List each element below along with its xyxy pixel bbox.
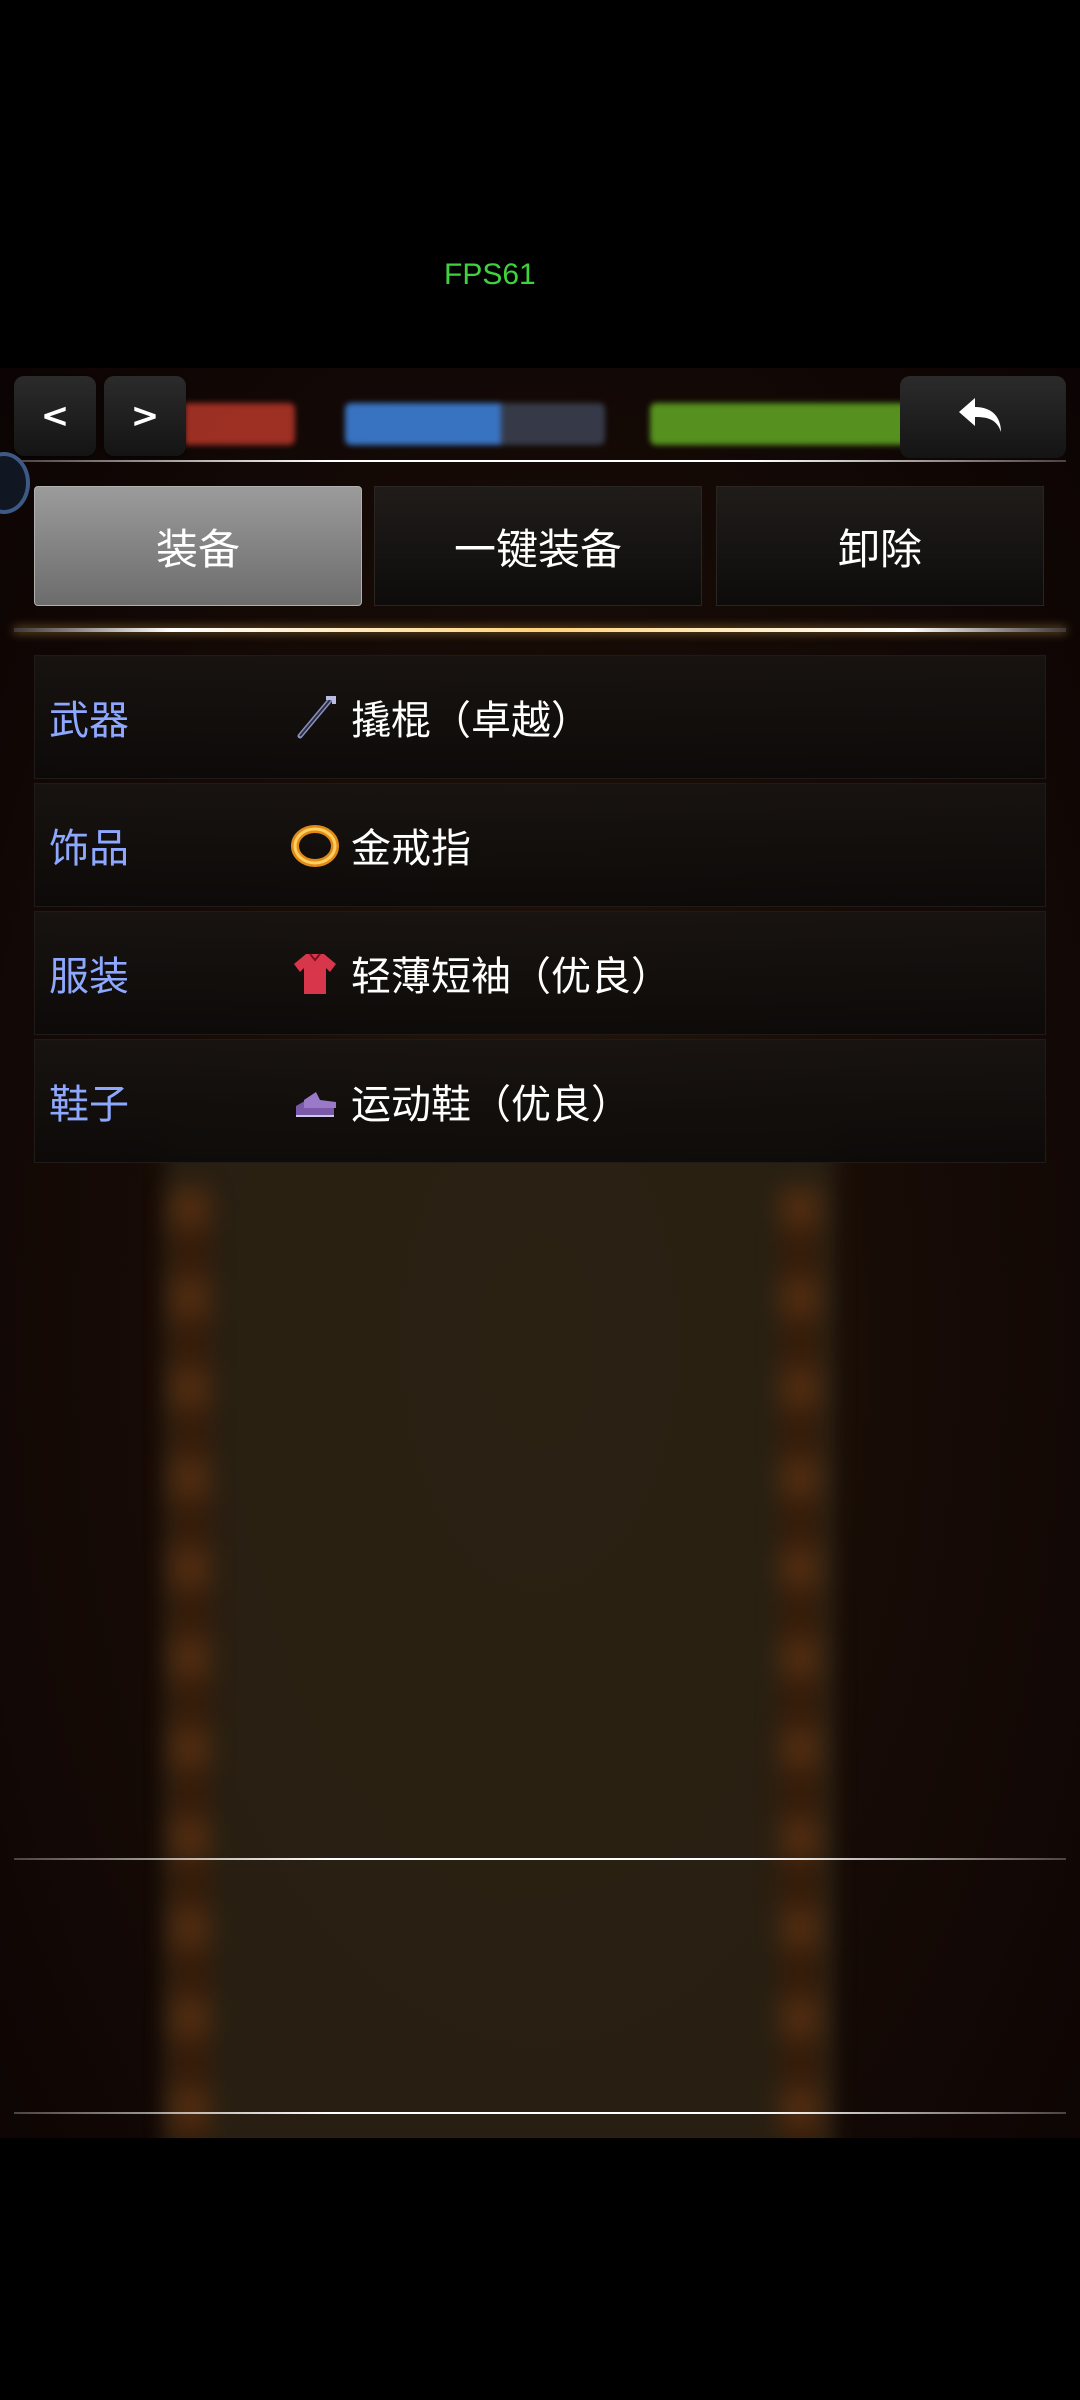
slot-category-label: 武器 bbox=[49, 698, 129, 744]
slot-shoes[interactable]: 鞋子 运动鞋（优良） bbox=[34, 1039, 1046, 1163]
red-shirt-icon bbox=[289, 947, 341, 999]
sneakers-icon bbox=[289, 1075, 341, 1127]
world-wall-left bbox=[170, 1188, 210, 2138]
health-bar bbox=[175, 403, 295, 445]
crowbar-icon bbox=[289, 691, 341, 743]
mana-bar bbox=[345, 403, 605, 445]
slot-item-name: 运动鞋（优良） bbox=[351, 1082, 631, 1128]
prev-button[interactable]: < bbox=[14, 376, 96, 456]
gold-ring-icon bbox=[289, 819, 341, 871]
tab-divider bbox=[14, 628, 1066, 632]
stamina-bar bbox=[650, 403, 910, 445]
slot-item-name: 金戒指 bbox=[351, 826, 471, 872]
slot-clothing[interactable]: 服装 轻薄短袖（优良） bbox=[34, 911, 1046, 1035]
tab-one-click-equip[interactable]: 一键装备 bbox=[374, 486, 702, 606]
divider-footer bbox=[14, 2112, 1066, 2114]
return-arrow-icon bbox=[959, 398, 1001, 432]
next-button[interactable]: > bbox=[104, 376, 186, 456]
divider-bottom bbox=[14, 1858, 1066, 1860]
slot-category-label: 饰品 bbox=[49, 826, 129, 872]
slot-item-name: 撬棍（卓越） bbox=[351, 698, 591, 744]
slot-weapon[interactable]: 武器 撬棍（卓越） bbox=[34, 655, 1046, 779]
world-wall-right bbox=[780, 1188, 820, 2138]
equipment-panel bbox=[0, 368, 1080, 2138]
equipment-slot-list: 武器 撬棍（卓越） 饰品 金戒指 服装 轻薄短袖（优良） 鞋子 运动鞋（优良） bbox=[34, 655, 1046, 1167]
slot-accessory[interactable]: 饰品 金戒指 bbox=[34, 783, 1046, 907]
slot-category-label: 鞋子 bbox=[49, 1082, 129, 1128]
slot-category-label: 服装 bbox=[49, 954, 129, 1000]
slot-item-name: 轻薄短袖（优良） bbox=[351, 954, 671, 1000]
game-world-backdrop bbox=[165, 1128, 835, 2138]
tab-equip[interactable]: 装备 bbox=[34, 486, 362, 606]
divider-top bbox=[14, 460, 1066, 462]
game-screen: FPS61 < > 装备 一键装备 卸除 武器 撬棍（卓越） 饰品 金戒指 服装… bbox=[0, 0, 1080, 2400]
back-button[interactable] bbox=[900, 376, 1066, 458]
tab-unequip[interactable]: 卸除 bbox=[716, 486, 1044, 606]
fps-counter: FPS61 bbox=[444, 258, 536, 291]
